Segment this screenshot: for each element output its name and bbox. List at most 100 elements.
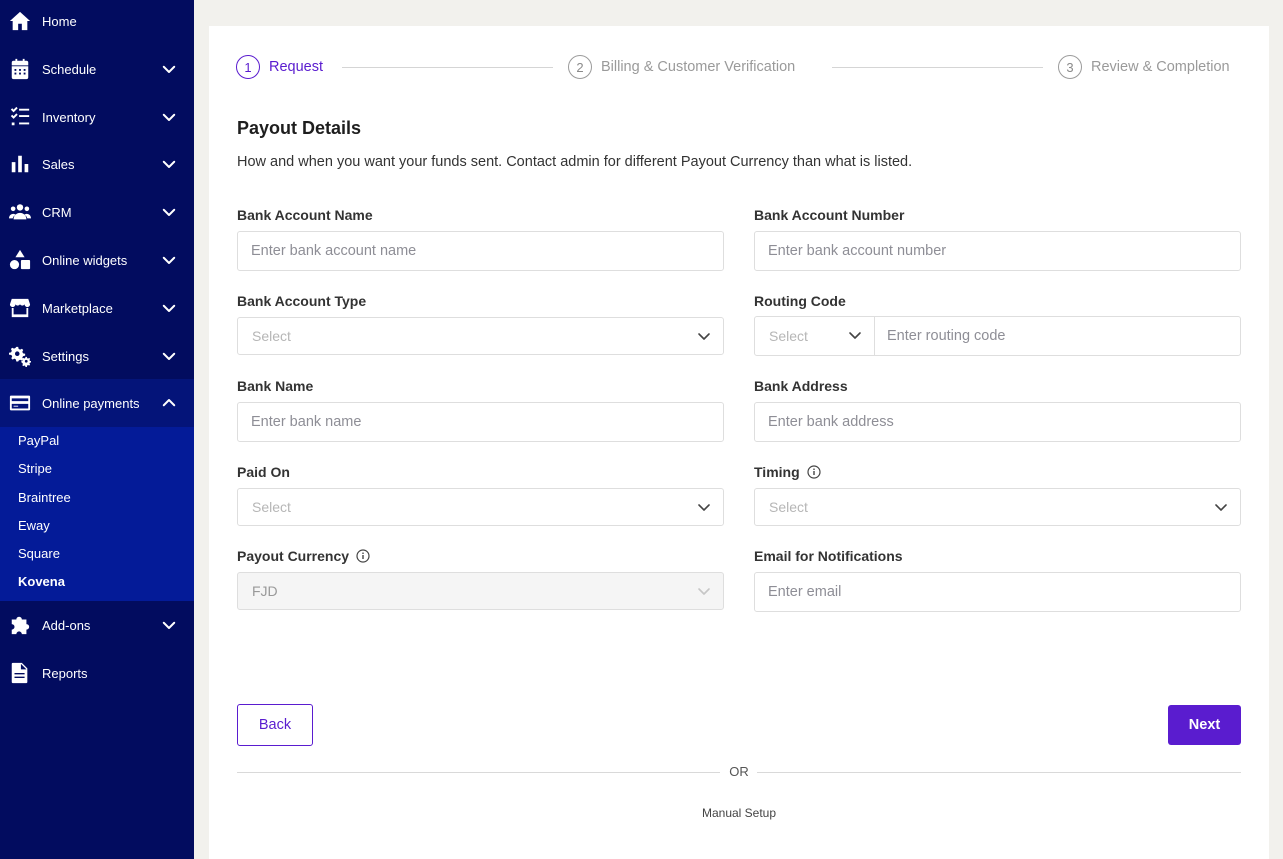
bank-account-number-input[interactable]: Enter bank account number: [754, 231, 1241, 271]
chevron-down-icon[interactable]: [158, 249, 180, 271]
submenu-item-square[interactable]: Square: [18, 546, 60, 561]
step-label: Billing & Customer Verification: [601, 59, 796, 75]
page-subtitle: How and when you want your funds sent. C…: [237, 154, 913, 170]
or-separator: OR: [729, 764, 749, 779]
timing-select[interactable]: Select: [754, 488, 1241, 526]
store-icon: [8, 296, 32, 320]
info-icon[interactable]: [807, 465, 821, 479]
step-billing-verification[interactable]: 2 Billing & Customer Verification: [568, 55, 795, 79]
submenu-item-kovena[interactable]: Kovena: [18, 574, 65, 589]
sidebar-item-label: Online widgets: [42, 252, 128, 268]
stepper: 1 Request 2 Billing & Customer Verificat…: [236, 55, 1241, 81]
step-label: Review & Completion: [1091, 59, 1230, 75]
step-connector: [342, 67, 553, 68]
credit-card-icon: [8, 391, 32, 415]
sidebar-item-label: Reports: [42, 665, 88, 681]
payout-currency-label-text: Payout Currency: [237, 548, 350, 564]
chevron-down-icon[interactable]: [158, 297, 180, 319]
sidebar-item-label: Online payments: [42, 395, 140, 411]
sidebar-item-schedule[interactable]: Schedule: [0, 45, 194, 93]
bank-account-type-select[interactable]: Select: [237, 317, 724, 355]
sidebar-item-inventory[interactable]: Inventory: [0, 93, 194, 141]
chevron-down-icon[interactable]: [158, 153, 180, 175]
chevron-down-icon[interactable]: [158, 106, 180, 128]
submenu-item-paypal[interactable]: PayPal: [18, 433, 59, 448]
step-connector: [832, 67, 1043, 68]
document-icon: [8, 661, 32, 685]
online-payments-submenu: PayPal Stripe Braintree Eway Square Kove…: [0, 427, 194, 601]
timing-label: Timing: [754, 464, 821, 480]
submenu-item-braintree[interactable]: Braintree: [18, 490, 71, 505]
main-card: [209, 26, 1269, 859]
paid-on-select[interactable]: Select: [237, 488, 724, 526]
email-notifications-label: Email for Notifications: [754, 548, 903, 564]
bank-address-input[interactable]: Enter bank address: [754, 402, 1241, 442]
page-title: Payout Details: [237, 118, 362, 138]
sidebar-item-online-payments[interactable]: Online payments: [0, 379, 194, 427]
chevron-down-icon: [848, 328, 862, 342]
sidebar-item-marketplace[interactable]: Marketplace: [0, 284, 194, 332]
divider: [237, 772, 720, 773]
select-value: Select: [252, 499, 291, 515]
select-value: Select: [769, 499, 808, 515]
divider: [757, 772, 1241, 773]
sidebar-item-label: Settings: [42, 348, 89, 364]
chevron-down-icon[interactable]: [158, 614, 180, 636]
sidebar-item-settings[interactable]: Settings: [0, 332, 194, 380]
step-number: 2: [568, 55, 592, 79]
sidebar-item-crm[interactable]: CRM: [0, 188, 194, 236]
sidebar: Home Schedule Inventory Sales CRM Online…: [0, 0, 194, 859]
routing-code-group: Select Enter routing code: [754, 316, 1241, 356]
puzzle-icon: [8, 613, 32, 637]
chevron-down-icon: [697, 329, 711, 343]
bank-account-name-input[interactable]: Enter bank account name: [237, 231, 724, 271]
bank-account-name-label: Bank Account Name: [237, 207, 373, 223]
next-button[interactable]: Next: [1168, 705, 1241, 745]
step-label: Request: [269, 59, 324, 75]
chevron-up-icon[interactable]: [158, 392, 180, 414]
email-notifications-input[interactable]: Enter email: [754, 572, 1241, 612]
home-icon: [8, 9, 32, 33]
sidebar-item-label: Sales: [42, 156, 75, 172]
chevron-down-icon[interactable]: [158, 201, 180, 223]
chevron-down-icon[interactable]: [158, 58, 180, 80]
select-value: Select: [252, 328, 291, 344]
bank-account-type-label: Bank Account Type: [237, 293, 367, 309]
back-button[interactable]: Back: [237, 704, 313, 746]
users-icon: [8, 200, 32, 224]
sidebar-item-label: Inventory: [42, 109, 96, 125]
submenu-item-eway[interactable]: Eway: [18, 518, 50, 533]
manual-setup-link[interactable]: Manual Setup: [660, 806, 818, 820]
step-request[interactable]: 1 Request: [236, 55, 323, 79]
select-value: Select: [769, 328, 808, 344]
shapes-icon: [8, 248, 32, 272]
sidebar-item-home[interactable]: Home: [0, 0, 194, 45]
submenu-item-stripe[interactable]: Stripe: [18, 461, 52, 476]
paid-on-label: Paid On: [237, 464, 290, 480]
checklist-icon: [8, 105, 32, 129]
bank-name-label: Bank Name: [237, 378, 314, 394]
bank-name-input[interactable]: Enter bank name: [237, 402, 724, 442]
payout-currency-label: Payout Currency: [237, 548, 370, 564]
sidebar-item-online-widgets[interactable]: Online widgets: [0, 236, 194, 284]
info-icon[interactable]: [356, 549, 370, 563]
sidebar-item-add-ons[interactable]: Add-ons: [0, 601, 194, 649]
sidebar-item-reports[interactable]: Reports: [0, 649, 194, 697]
gears-icon: [8, 344, 32, 368]
routing-code-input[interactable]: Enter routing code: [875, 317, 1240, 355]
sidebar-item-sales[interactable]: Sales: [0, 140, 194, 188]
step-number: 1: [236, 55, 260, 79]
routing-code-label: Routing Code: [754, 293, 846, 309]
select-value: FJD: [252, 583, 278, 599]
timing-label-text: Timing: [754, 464, 800, 480]
sidebar-item-label: Schedule: [42, 61, 97, 77]
chevron-down-icon: [1214, 500, 1228, 514]
chevron-down-icon[interactable]: [158, 345, 180, 367]
calendar-icon: [8, 57, 32, 81]
sidebar-item-label: Home: [42, 13, 77, 29]
chevron-down-icon: [697, 500, 711, 514]
bar-chart-icon: [8, 152, 32, 176]
routing-code-type-select[interactable]: Select: [755, 317, 875, 355]
step-review-completion[interactable]: 3 Review & Completion: [1058, 55, 1230, 79]
bank-address-label: Bank Address: [754, 378, 848, 394]
